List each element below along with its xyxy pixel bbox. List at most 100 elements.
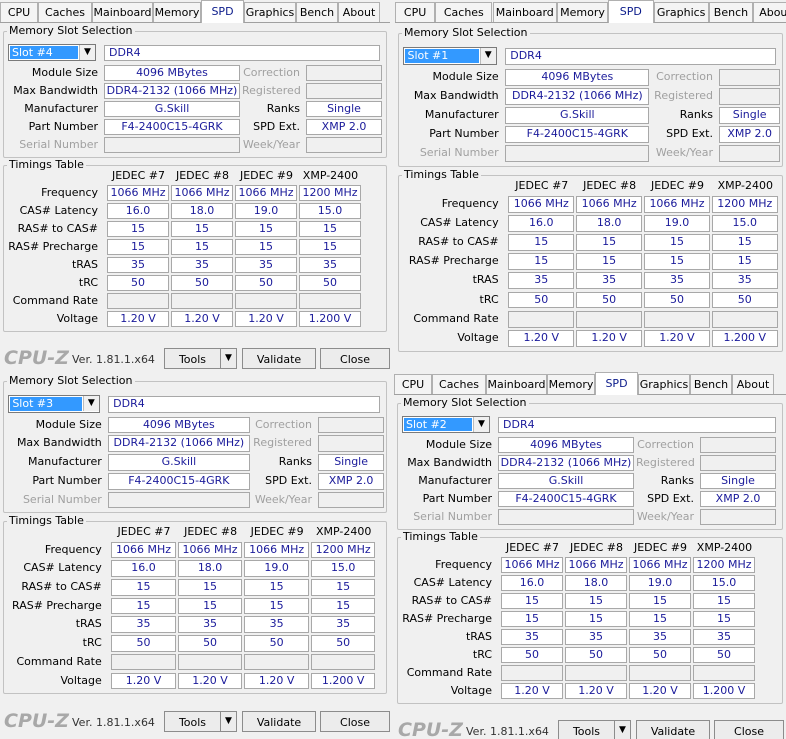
- timing-row-label: RAS# Precharge: [8, 240, 98, 253]
- tab-mainboard[interactable]: Mainboard: [492, 2, 558, 22]
- timing-row-label: RAS# Precharge: [408, 254, 499, 268]
- week-year-value: [306, 137, 382, 153]
- part-number-value: F4-2400C15-4GRK: [505, 126, 650, 144]
- ranks-label: Ranks: [278, 455, 312, 469]
- timing-row-label: tRAS: [465, 630, 492, 643]
- spd-ext-label: SPD Ext.: [253, 120, 300, 133]
- spd-ext-value: XMP 2.0: [719, 126, 780, 144]
- tab-graphics[interactable]: Graphics: [638, 374, 690, 394]
- manufacturer-label: Manufacturer: [424, 108, 499, 122]
- part-number-value: F4-2400C15-4GRK: [498, 491, 634, 507]
- ranks-label: Ranks: [266, 102, 300, 115]
- correction-label: Correction: [255, 417, 312, 431]
- chevron-down-icon[interactable]: ▼: [79, 45, 95, 60]
- spd-ext-value: XMP 2.0: [318, 472, 384, 490]
- chevron-down-icon[interactable]: ▼: [614, 720, 631, 739]
- timing-cell: 15: [107, 221, 169, 237]
- timing-cell: 1.20 V: [629, 683, 691, 699]
- timing-column-header: JEDEC #8: [569, 541, 623, 554]
- tab-cpu[interactable]: CPU: [394, 374, 432, 394]
- tab-caches[interactable]: Caches: [38, 2, 92, 22]
- max-bandwidth-value: DDR4-2132 (1066 MHz): [108, 435, 250, 453]
- memory-slot-selection-title: Memory Slot Selection: [401, 396, 529, 409]
- timing-cell: 1066 MHz: [644, 196, 710, 214]
- timing-cell: [711, 310, 778, 328]
- tab-spd[interactable]: SPD: [595, 372, 638, 395]
- tab-cpu[interactable]: CPU: [0, 2, 38, 22]
- tab-spd[interactable]: SPD: [608, 0, 654, 23]
- timing-row-label: CAS# Latency: [413, 576, 492, 589]
- timing-row-label: CAS# Latency: [19, 204, 98, 217]
- tab-about[interactable]: About: [753, 2, 786, 22]
- chevron-down-icon[interactable]: ▼: [220, 711, 237, 732]
- timing-cell: 15: [244, 578, 309, 596]
- chevron-down-icon[interactable]: ▼: [473, 417, 489, 432]
- slot-select[interactable]: Slot #2 ▼: [402, 416, 490, 433]
- tools-button[interactable]: Tools: [164, 711, 221, 732]
- slot-select[interactable]: Slot #4 ▼: [8, 44, 96, 61]
- spd-ext-value: XMP 2.0: [306, 119, 382, 135]
- timing-row-label: RAS# to CAS#: [411, 594, 492, 607]
- validate-button[interactable]: Validate: [636, 720, 710, 739]
- timing-cell: 1200 MHz: [310, 541, 376, 559]
- tools-button[interactable]: Tools: [558, 720, 615, 739]
- tab-caches[interactable]: Caches: [432, 374, 486, 394]
- tab-spd[interactable]: SPD: [201, 0, 244, 23]
- timing-cell: 15: [644, 234, 710, 252]
- timing-cell: 1066 MHz: [508, 196, 575, 214]
- timing-cell: [107, 293, 169, 309]
- timing-cell: 15.0: [299, 203, 361, 219]
- chevron-down-icon[interactable]: ▼: [82, 395, 99, 412]
- tab-bench[interactable]: Bench: [690, 374, 732, 394]
- slot-select[interactable]: Slot #3 ▼: [8, 394, 100, 413]
- timing-cell: [693, 665, 755, 681]
- timing-cell: 50: [693, 647, 755, 663]
- close-button[interactable]: Close: [320, 711, 390, 732]
- chevron-down-icon[interactable]: ▼: [220, 348, 237, 369]
- spd-ext-value: XMP 2.0: [700, 491, 776, 507]
- timing-cell: 18.0: [576, 215, 642, 233]
- max-bandwidth-label: Max Bandwidth: [413, 88, 499, 102]
- tab-cpu[interactable]: CPU: [395, 2, 436, 22]
- tab-bench[interactable]: Bench: [296, 2, 338, 22]
- tab-about[interactable]: About: [732, 374, 774, 394]
- tab-caches[interactable]: Caches: [435, 2, 493, 22]
- validate-button[interactable]: Validate: [242, 711, 316, 732]
- timing-cell: 1.20 V: [565, 683, 627, 699]
- timing-cell: 19.0: [644, 215, 710, 233]
- timing-cell: 15: [501, 611, 563, 627]
- spd-ext-label: SPD Ext.: [666, 127, 713, 141]
- module-size-value: 4096 MBytes: [505, 68, 650, 86]
- tab-mainboard[interactable]: Mainboard: [92, 2, 153, 22]
- timing-cell: 16.0: [107, 203, 169, 219]
- tab-memory[interactable]: Memory: [153, 2, 201, 22]
- tab-memory[interactable]: Memory: [547, 374, 595, 394]
- close-button[interactable]: Close: [320, 348, 390, 369]
- timing-cell: 1.20 V: [508, 329, 575, 347]
- memory-type-field: DDR4: [104, 45, 380, 61]
- tab-bench[interactable]: Bench: [708, 2, 754, 22]
- tab-graphics[interactable]: Graphics: [244, 2, 296, 22]
- chevron-down-icon[interactable]: ▼: [479, 47, 496, 64]
- close-button[interactable]: Close: [714, 720, 784, 739]
- timing-cell: 15: [299, 239, 361, 255]
- tab-about[interactable]: About: [338, 2, 380, 22]
- module-size-value: 4096 MBytes: [108, 416, 250, 434]
- slot-select[interactable]: Slot #1 ▼: [403, 46, 497, 65]
- tools-button[interactable]: Tools: [164, 348, 221, 369]
- tab-memory[interactable]: Memory: [557, 2, 608, 22]
- tab-graphics[interactable]: Graphics: [653, 2, 709, 22]
- slot-select-value: Slot #1: [405, 48, 479, 63]
- validate-button[interactable]: Validate: [242, 348, 316, 369]
- timing-row-label: RAS# to CAS#: [418, 235, 499, 249]
- tab-mainboard[interactable]: Mainboard: [486, 374, 547, 394]
- timing-cell: 16.0: [508, 215, 575, 233]
- timing-column-header: XMP-2400: [316, 524, 372, 538]
- timing-cell: 35: [576, 272, 642, 290]
- max-bandwidth-value: DDR4-2132 (1066 MHz): [104, 83, 240, 99]
- timing-cell: 1066 MHz: [111, 541, 176, 559]
- timing-cell: 1066 MHz: [565, 557, 627, 573]
- module-size-label: Module Size: [425, 438, 492, 451]
- correction-value: [700, 437, 776, 453]
- timing-cell: [299, 293, 361, 309]
